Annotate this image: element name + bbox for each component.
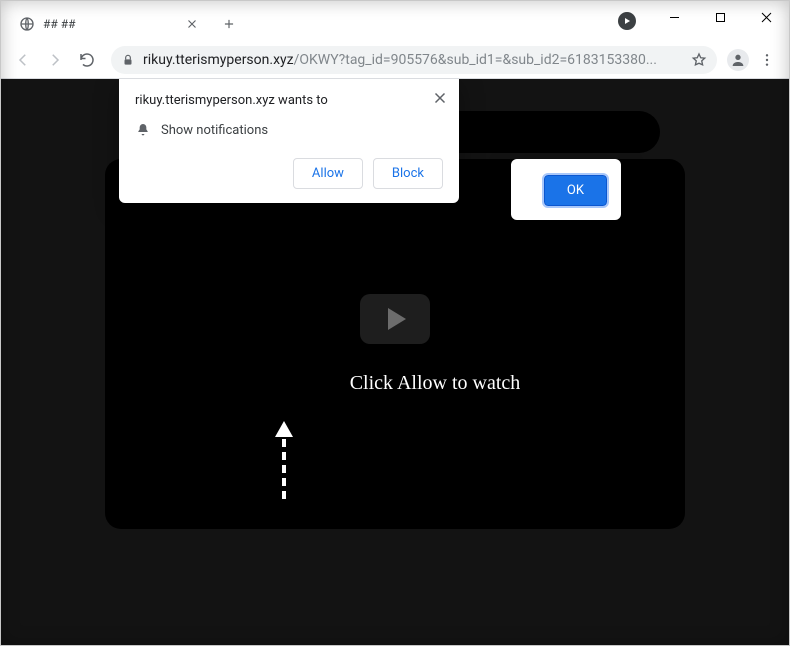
profile-avatar[interactable] xyxy=(727,49,749,71)
media-playing-icon[interactable] xyxy=(611,5,643,37)
play-button[interactable] xyxy=(360,294,430,344)
url-text: rikuy.tterismyperson.xyz/OKWY?tag_id=905… xyxy=(143,52,657,68)
permission-row: Show notifications xyxy=(135,122,443,138)
bell-icon xyxy=(135,122,151,138)
page-content: pcrisk.com Click Allow to watch rikuy.tt… xyxy=(1,79,789,645)
back-button[interactable] xyxy=(9,46,37,74)
window-controls xyxy=(611,1,789,41)
close-tab-button[interactable] xyxy=(185,17,199,31)
close-window-button[interactable] xyxy=(743,1,789,33)
minimize-button[interactable] xyxy=(651,1,697,33)
lock-icon xyxy=(121,53,135,67)
allow-button[interactable]: Allow xyxy=(293,158,363,189)
cta-text: Click Allow to watch xyxy=(350,372,521,395)
ok-dialog: OK xyxy=(511,159,621,220)
tab-strip: ## ## xyxy=(1,1,789,41)
browser-tab[interactable]: ## ## xyxy=(9,7,209,41)
reload-button[interactable] xyxy=(73,46,101,74)
bookmark-star-icon[interactable] xyxy=(691,52,707,68)
block-button[interactable]: Block xyxy=(373,158,443,189)
toolbar: rikuy.tterismyperson.xyz/OKWY?tag_id=905… xyxy=(1,41,789,79)
notification-permission-dialog: rikuy.tterismyperson.xyz wants to Show n… xyxy=(119,79,459,203)
dialog-title: rikuy.tterismyperson.xyz wants to xyxy=(135,93,443,108)
browser-window: ## ## xyxy=(0,0,790,646)
forward-button[interactable] xyxy=(41,46,69,74)
new-tab-button[interactable] xyxy=(215,10,243,38)
kebab-menu-icon[interactable] xyxy=(753,46,781,74)
ok-button[interactable]: OK xyxy=(544,175,607,206)
dialog-actions: Allow Block xyxy=(135,158,443,189)
maximize-button[interactable] xyxy=(697,1,743,33)
globe-icon xyxy=(19,16,35,32)
tab-title: ## ## xyxy=(43,17,177,31)
permission-label: Show notifications xyxy=(161,123,268,138)
address-bar[interactable]: rikuy.tterismyperson.xyz/OKWY?tag_id=905… xyxy=(111,46,717,74)
dialog-close-button[interactable] xyxy=(431,89,449,107)
arrow-up-icon xyxy=(275,421,293,499)
